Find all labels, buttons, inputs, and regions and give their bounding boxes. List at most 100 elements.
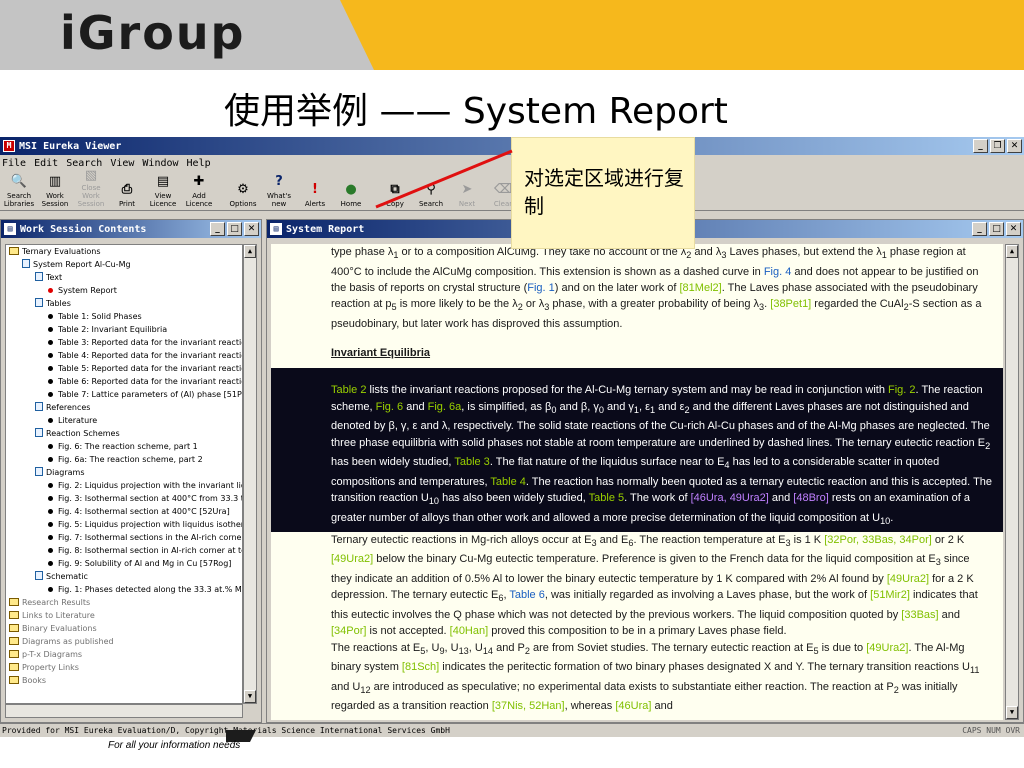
scroll-down-icon[interactable]: ▼ — [244, 690, 256, 703]
home-button[interactable]: ● Home — [334, 170, 368, 209]
report-maximize-button[interactable]: □ — [989, 222, 1004, 236]
alerts-icon: ! — [312, 181, 318, 197]
report-vertical-scrollbar[interactable]: ▲ ▼ — [1005, 244, 1019, 720]
folder-icon — [9, 247, 19, 255]
report-minimize-button[interactable]: _ — [972, 222, 987, 236]
tree-item-label: References — [46, 403, 91, 412]
section-heading: Invariant Equilibria — [331, 347, 431, 360]
report-document[interactable]: type phase λ1 or to a composition AlCuMg… — [271, 244, 1003, 720]
tree-item[interactable]: Fig. 6a: The reaction scheme, part 2 — [6, 453, 242, 466]
restore-button[interactable]: ❐ — [990, 139, 1005, 153]
print-icon: ⎙ — [121, 181, 133, 197]
tree-item[interactable]: Table 1: Solid Phases — [6, 310, 242, 323]
folder-icon — [9, 611, 19, 619]
menu-search[interactable]: Search — [66, 158, 102, 169]
igroup-logo: iGroup — [60, 6, 246, 60]
tree-item[interactable]: Table 4: Reported data for the invariant… — [6, 349, 242, 362]
menu-file[interactable]: File — [2, 158, 26, 169]
close-work-session-button[interactable]: ▧ Close Work Session — [74, 169, 108, 208]
tree-item[interactable]: Table 3: Reported data for the invariant… — [6, 336, 242, 349]
bullet-icon — [48, 457, 53, 462]
tree-item-label: p-T-x Diagrams — [22, 650, 83, 659]
work-session-icon: ▥ — [48, 173, 62, 189]
minimize-button[interactable]: _ — [973, 139, 988, 153]
tree-item[interactable]: Diagrams — [6, 466, 242, 479]
tree-item[interactable]: Tables — [6, 297, 242, 310]
tree-item[interactable]: p-T-x Diagrams — [6, 648, 242, 661]
toolbar-label: Options — [229, 200, 257, 208]
tree-item[interactable]: References — [6, 401, 242, 414]
tree-item[interactable]: Research Results — [6, 596, 242, 609]
folder-icon — [9, 598, 19, 606]
tree-item[interactable]: Table 2: Invariant Equilibria — [6, 323, 242, 336]
report-scroll-down-icon[interactable]: ▼ — [1006, 706, 1018, 719]
alerts-button[interactable]: ! Alerts — [298, 170, 332, 209]
work-session-button[interactable]: ▥ Work Session — [38, 170, 72, 209]
what-s-new-button[interactable]: ? What's new — [262, 170, 296, 209]
tree-item[interactable]: Text — [6, 271, 242, 284]
tree-item[interactable]: Table 6: Reported data for the invariant… — [6, 375, 242, 388]
document-icon — [35, 298, 43, 307]
pane-minimize-button[interactable]: _ — [210, 222, 225, 236]
tree-item[interactable]: Diagrams as published — [6, 635, 242, 648]
tree-vertical-scrollbar[interactable]: ▲ ▼ — [243, 244, 257, 704]
report-close-button[interactable]: ✕ — [1006, 222, 1021, 236]
slide-title: 使用举例 —— System Report — [224, 91, 728, 132]
work-session-titlebar[interactable]: ▤ Work Session Contents _ □ ✕ — [1, 220, 261, 238]
tree-item[interactable]: Fig. 1: Phases detected along the 33.3 a… — [6, 583, 242, 596]
tree-item[interactable]: Fig. 3: Isothermal section at 400°C from… — [6, 492, 242, 505]
tree-item[interactable]: Literature — [6, 414, 242, 427]
tree-item[interactable]: Fig. 2: Liquidus projection with the inv… — [6, 479, 242, 492]
tree-item[interactable]: Fig. 6: The reaction scheme, part 1 — [6, 440, 242, 453]
scroll-up-icon[interactable]: ▲ — [244, 245, 256, 258]
status-bar: Provided for MSI Eureka Evaluation/D, Co… — [0, 723, 1024, 737]
tree-item-label: Diagrams — [46, 468, 85, 477]
system-report-pane: ▤ System Report _ □ ✕ type phase λ1 or t… — [266, 219, 1024, 723]
menu-edit[interactable]: Edit — [34, 158, 58, 169]
menu-window[interactable]: Window — [142, 158, 178, 169]
tree-item[interactable]: Books — [6, 674, 242, 687]
tree-item[interactable]: Schematic — [6, 570, 242, 583]
tree-item[interactable]: Property Links — [6, 661, 242, 674]
callout-note: 对选定区域进行复制 — [511, 137, 695, 249]
tree-item[interactable]: System Report Al-Cu-Mg — [6, 258, 242, 271]
tree-item-label: Literature — [58, 416, 98, 425]
pane-close-button[interactable]: ✕ — [244, 222, 259, 236]
folder-icon — [9, 650, 19, 658]
tree-item[interactable]: Reaction Schemes — [6, 427, 242, 440]
report-scroll-up-icon[interactable]: ▲ — [1006, 245, 1018, 258]
app-title: MSI Eureka Viewer — [19, 140, 122, 152]
folder-icon — [9, 637, 19, 645]
tree-item[interactable]: Fig. 9: Solubility of Al and Mg in Cu [5… — [6, 557, 242, 570]
eureka-viewer-window: M MSI Eureka Viewer _ ❐ ✕ File Edit Sear… — [0, 137, 1024, 737]
menu-view[interactable]: View — [110, 158, 134, 169]
print-button[interactable]: ⎙ Print — [110, 170, 144, 209]
options-button[interactable]: ⚙ Options — [226, 170, 260, 209]
tree-horizontal-scrollbar[interactable] — [5, 704, 243, 718]
tree-item[interactable]: Fig. 7: Isothermal sections in the Al-ri… — [6, 531, 242, 544]
bullet-icon — [48, 535, 53, 540]
tree-item[interactable]: Table 5: Reported data for the invariant… — [6, 362, 242, 375]
tree-item[interactable]: System Report — [6, 284, 242, 297]
selected-text-block[interactable]: Table 2 lists the invariant reactions pr… — [271, 368, 1003, 532]
tree-item-label: Fig. 2: Liquidus projection with the inv… — [58, 481, 243, 490]
close-button[interactable]: ✕ — [1007, 139, 1022, 153]
tree-item[interactable]: Binary Evaluations — [6, 622, 242, 635]
tree-item[interactable]: Ternary Evaluations — [6, 245, 242, 258]
options-icon: ⚙ — [237, 181, 249, 197]
search-libraries-button[interactable]: 🔍 Search Libraries — [2, 170, 36, 209]
add-licence-button[interactable]: ✚ Add Licence — [182, 170, 216, 209]
tree-item[interactable]: Fig. 8: Isothermal section in Al-rich co… — [6, 544, 242, 557]
tree-item-label: Table 2: Invariant Equilibria — [58, 325, 168, 334]
tree-item[interactable]: Fig. 4: Isothermal section at 400°C [52U… — [6, 505, 242, 518]
tree-item-label: Links to Literature — [22, 611, 95, 620]
folder-icon — [9, 676, 19, 684]
pane-maximize-button[interactable]: □ — [227, 222, 242, 236]
tree-item[interactable]: Fig. 5: Liquidus projection with liquidu… — [6, 518, 242, 531]
add-licence-icon: ✚ — [193, 173, 205, 189]
tree-item[interactable]: Table 7: Lattice parameters of (Al) phas… — [6, 388, 242, 401]
tree-item[interactable]: Links to Literature — [6, 609, 242, 622]
document-icon — [22, 259, 30, 268]
view-licence-button[interactable]: ▤ View Licence — [146, 170, 180, 209]
menu-help[interactable]: Help — [187, 158, 211, 169]
